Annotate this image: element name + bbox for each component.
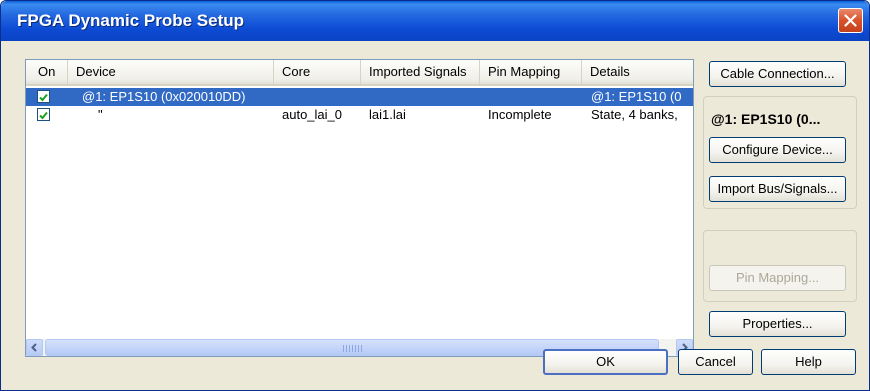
column-header-core[interactable]: Core [274,60,361,84]
device-label: @1: EP1S10 (0... [711,111,821,127]
imported-signals-cell: lai1.lai [369,107,406,122]
column-header-pin-mapping[interactable]: Pin Mapping [480,60,582,84]
device-cell: " [98,107,103,122]
close-button[interactable] [838,8,863,33]
on-checkbox[interactable] [37,108,50,121]
dialog-content: On Device Core Imported Signals Pin Mapp… [1,41,869,390]
properties-button[interactable]: Properties... [709,311,846,337]
table-row[interactable]: @1: EP1S10 (0x020010DD) @1: EP1S10 (0 [26,88,693,106]
dialog-window: FPGA Dynamic Probe Setup On Device Core … [0,0,870,391]
title-bar[interactable]: FPGA Dynamic Probe Setup [1,1,869,41]
column-header-device[interactable]: Device [68,60,274,84]
pin-mapping-cell: Incomplete [488,107,552,122]
details-cell: State, 4 banks, [591,107,678,122]
column-header-details[interactable]: Details [582,60,693,84]
device-cell: @1: EP1S10 (0x020010DD) [82,89,246,104]
cable-connection-button[interactable]: Cable Connection... [709,61,846,87]
list-header: On Device Core Imported Signals Pin Mapp… [26,60,693,86]
device-list[interactable]: On Device Core Imported Signals Pin Mapp… [25,59,694,357]
arrow-left-icon [31,343,37,352]
on-checkbox[interactable] [37,90,50,103]
close-icon [844,14,857,27]
configure-device-button[interactable]: Configure Device... [709,137,846,163]
window-title: FPGA Dynamic Probe Setup [17,11,245,30]
core-cell: auto_lai_0 [282,107,342,122]
column-header-on[interactable]: On [26,60,68,84]
table-row[interactable]: " auto_lai_0 lai1.lai Incomplete State, … [26,106,693,124]
checkmark-icon [39,93,48,102]
scroll-grip [343,345,363,352]
import-bus-signals-button[interactable]: Import Bus/Signals... [709,176,846,202]
checkmark-icon [39,111,48,120]
cancel-button[interactable]: Cancel [678,349,753,375]
pin-mapping-button[interactable]: Pin Mapping... [709,265,846,291]
column-header-imported-signals[interactable]: Imported Signals [361,60,480,84]
ok-button[interactable]: OK [543,349,668,375]
scroll-left-button[interactable] [26,339,43,356]
help-button[interactable]: Help [761,349,856,375]
details-cell: @1: EP1S10 (0 [591,89,682,104]
